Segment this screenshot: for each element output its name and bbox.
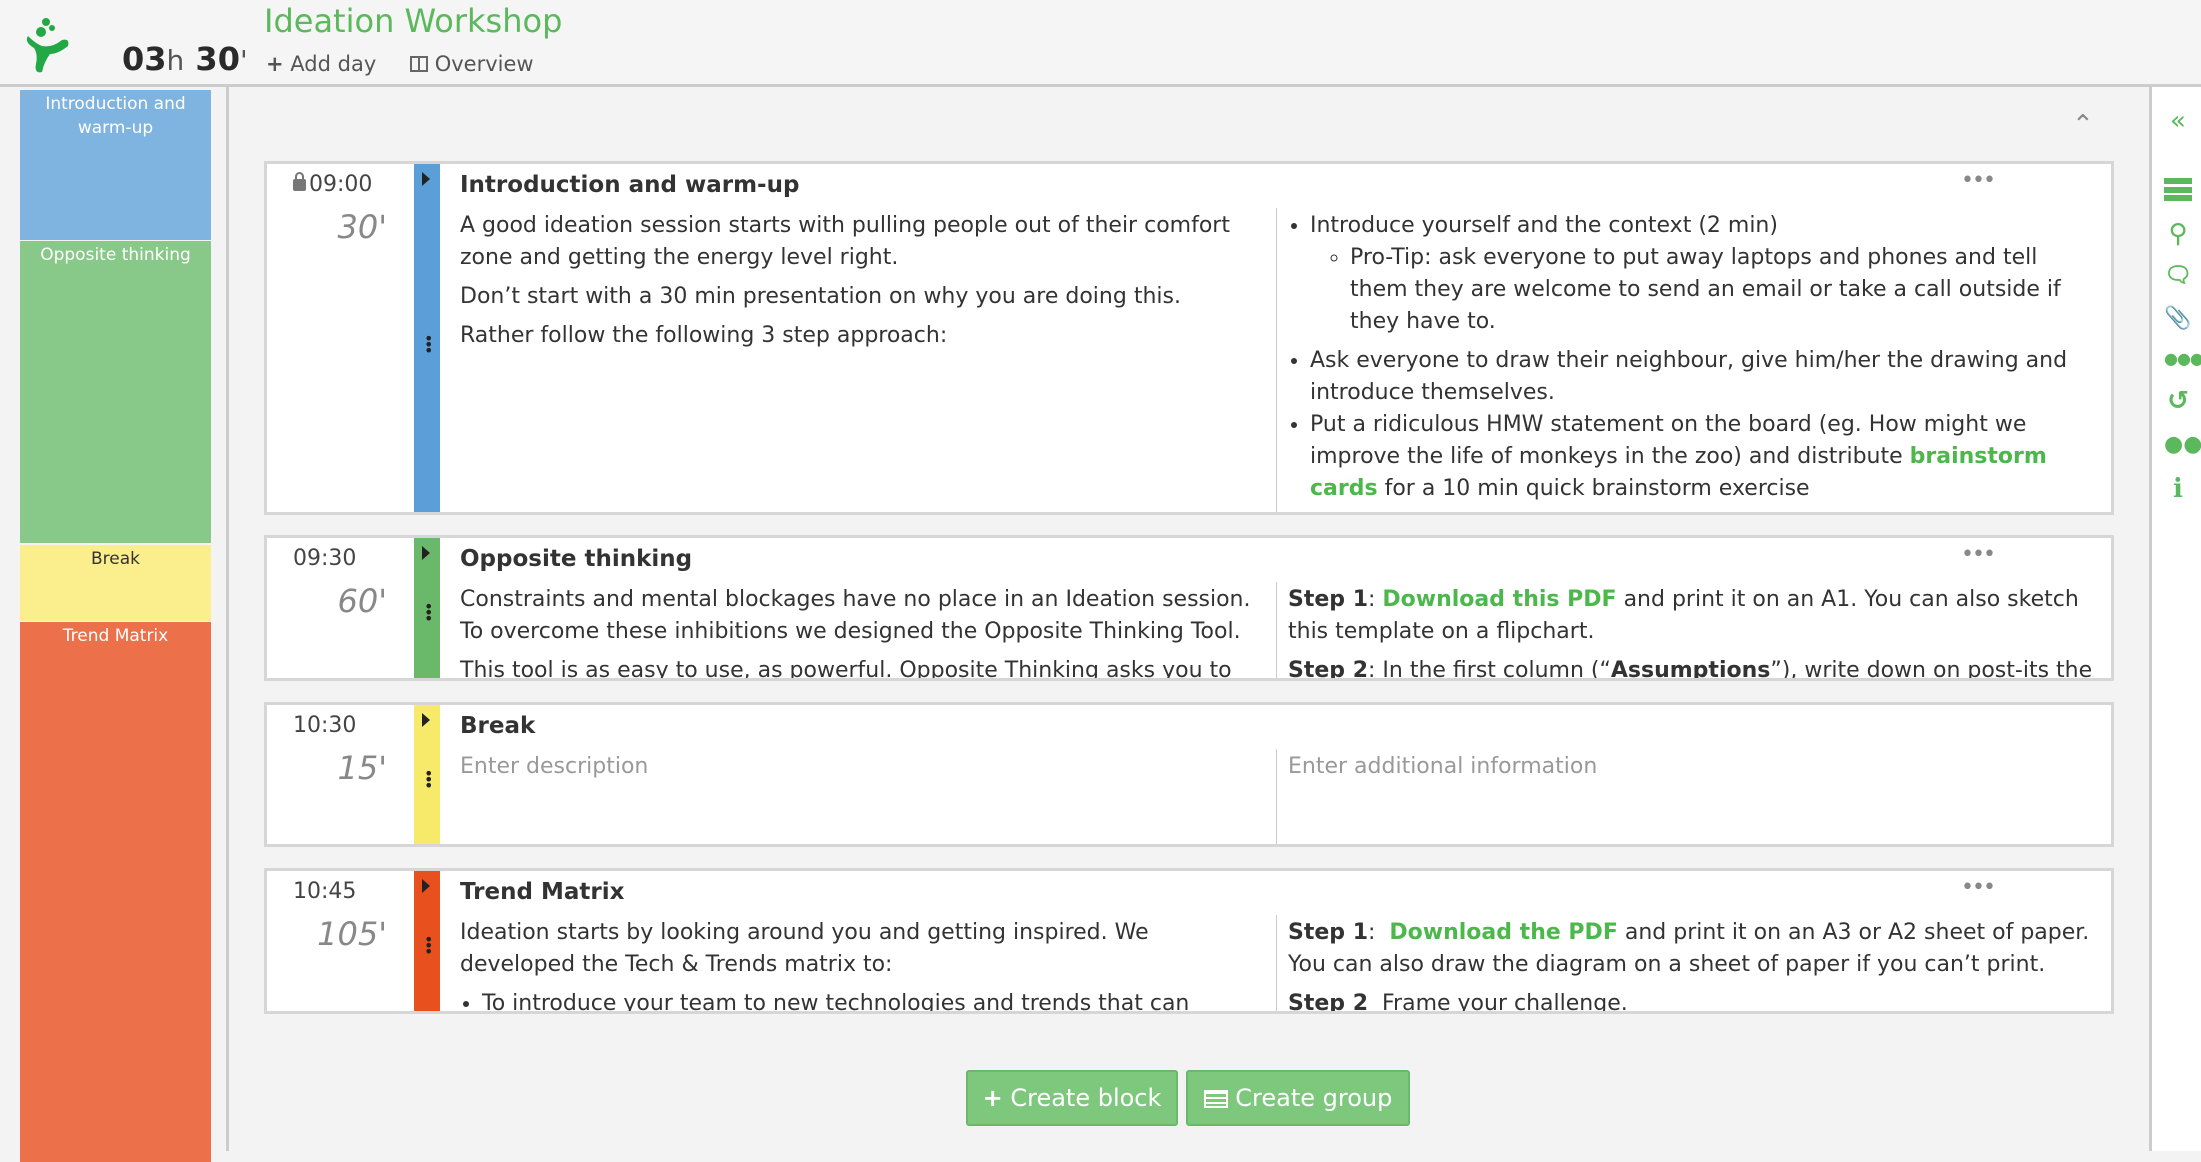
sidebar-item-opposite[interactable]: Opposite thinking <box>20 241 211 543</box>
collapse-up-icon[interactable]: ⌃ <box>2072 110 2094 140</box>
list-item: Put a ridiculous HMW statement on the bo… <box>1310 409 2098 505</box>
block-time[interactable]: 09:30 <box>293 546 356 571</box>
list-item: Introduce yourself and the context (2 mi… <box>1310 210 2098 338</box>
desc-paragraph: This tool is as easy to use, as powerful… <box>460 658 1232 681</box>
drag-handle-icon[interactable]: • • • <box>424 599 433 627</box>
color-bar[interactable]: • • • <box>414 538 440 678</box>
list-item: Ask everyone to draw their neighbour, gi… <box>1310 345 2098 409</box>
block-opposite[interactable]: 09:30 60' • • • Opposite thinking ••• Cons… <box>264 535 2114 681</box>
more-icon[interactable]: ••• <box>1961 168 1996 193</box>
drag-handle-icon[interactable]: • • • <box>424 766 433 794</box>
block-duration[interactable]: 60' <box>287 582 387 620</box>
blocks-icon[interactable] <box>2164 175 2192 203</box>
block-title[interactable]: Introduction and warm-up <box>460 172 799 198</box>
more-icon[interactable]: ●●● <box>2164 345 2201 373</box>
block-break[interactable]: 10:30 15' • • • Break Enter description En… <box>264 702 2114 847</box>
plus-icon: + <box>982 1084 1003 1112</box>
desc-paragraph: Rather follow the following 3 step appro… <box>460 323 948 348</box>
header: 03h 30' Ideation Workshop + Add day Over… <box>0 0 2201 87</box>
block-duration[interactable]: 105' <box>287 915 387 953</box>
more-icon[interactable]: ••• <box>1961 542 1996 567</box>
block-duration[interactable]: 30' <box>287 208 387 246</box>
create-block-button[interactable]: + Create block <box>966 1070 1178 1126</box>
create-group-button[interactable]: Create group <box>1186 1070 1410 1126</box>
drag-handle-icon[interactable]: • • • <box>424 331 433 359</box>
block-description[interactable]: A good ideation session starts with pull… <box>460 210 1260 359</box>
divider <box>226 87 229 1151</box>
collapse-icon[interactable]: « <box>2164 107 2192 135</box>
block-overview-sidebar: Introduction and warm-up Opposite thinki… <box>20 90 211 1162</box>
column-divider <box>1276 582 1277 678</box>
plus-icon: + <box>266 52 284 76</box>
block-title[interactable]: Trend Matrix <box>460 879 624 905</box>
desc-paragraph: Constraints and mental blockages have no… <box>460 587 1251 644</box>
download-pdf-link[interactable]: Download this PDF <box>1382 587 1616 612</box>
more-icon[interactable]: ••• <box>1961 875 1996 900</box>
expand-icon[interactable] <box>422 172 430 186</box>
total-duration: 03h 30' <box>122 40 248 78</box>
info-paragraph: Step 2: In the first column (“Assumption… <box>1288 658 2093 681</box>
desc-paragraph: Ideation starts by looking around you an… <box>460 920 1149 977</box>
right-toolbar: « ⚲ 🗨 📎 ●●● ↺ ●● i <box>2149 87 2201 1151</box>
block-title[interactable]: Break <box>460 713 535 739</box>
columns-icon <box>410 56 428 72</box>
sidebar-item-break[interactable]: Break <box>20 545 211 621</box>
desc-paragraph: A good ideation session starts with pull… <box>460 213 1230 270</box>
color-bar[interactable]: • • • <box>414 871 440 1011</box>
additional-info-input[interactable]: Enter additional information <box>1288 751 2098 783</box>
block-description[interactable]: Constraints and mental blockages have no… <box>460 584 1260 681</box>
block-info[interactable]: Step 1: Download this PDF and print it o… <box>1288 584 2098 681</box>
expand-icon[interactable] <box>422 713 430 727</box>
sidebar-item-trend[interactable]: Trend Matrix <box>20 622 211 1162</box>
column-divider <box>1276 208 1277 512</box>
block-intro[interactable]: 09:00 30' • • • Introduction and warm-up •… <box>264 161 2114 515</box>
block-title[interactable]: Opposite thinking <box>460 546 692 572</box>
expand-icon[interactable] <box>422 546 430 560</box>
description-input[interactable]: Enter description <box>460 751 1260 783</box>
column-divider <box>1276 749 1277 844</box>
block-time[interactable]: 10:30 <box>293 713 356 738</box>
lock-icon <box>293 172 306 191</box>
block-time[interactable]: 09:00 <box>293 172 372 197</box>
attachment-icon[interactable]: 📎 <box>2164 305 2192 333</box>
expand-icon[interactable] <box>422 879 430 893</box>
info-paragraph: Step 1: Download this PDF and print it o… <box>1288 587 2079 644</box>
block-duration[interactable]: 15' <box>287 749 387 787</box>
color-bar[interactable]: • • • <box>414 705 440 844</box>
info-icon[interactable]: i <box>2164 475 2192 503</box>
group-icon <box>1203 1090 1228 1108</box>
block-trend[interactable]: 10:45 105' • • • Trend Matrix ••• Ideation… <box>264 868 2114 1014</box>
page-title[interactable]: Ideation Workshop <box>264 2 562 40</box>
team-icon[interactable]: ●● <box>2164 431 2201 459</box>
logo-icon <box>26 18 69 73</box>
block-info[interactable]: Introduce yourself and the context (2 mi… <box>1288 210 2098 505</box>
search-icon[interactable]: ⚲ <box>2164 220 2192 248</box>
block-info[interactable]: Step 1: Download the PDF and print it on… <box>1288 917 2098 1014</box>
history-icon[interactable]: ↺ <box>2164 387 2192 415</box>
overview-button[interactable]: Overview <box>410 52 534 76</box>
info-paragraph: Step 2 Frame your challenge. <box>1288 991 1628 1014</box>
color-bar[interactable]: • • • <box>414 164 440 512</box>
download-pdf-link[interactable]: Download the PDF <box>1389 920 1617 945</box>
info-paragraph: Step 1: Download the PDF and print it on… <box>1288 920 2090 977</box>
sidebar-item-intro[interactable]: Introduction and warm-up <box>20 90 211 240</box>
comments-icon[interactable]: 🗨 <box>2164 262 2192 290</box>
block-time[interactable]: 10:45 <box>293 879 356 904</box>
column-divider <box>1276 915 1277 1011</box>
desc-paragraph: Don’t start with a 30 min presentation o… <box>460 284 1181 309</box>
list-item: To introduce your team to new technologi… <box>482 988 1260 1011</box>
add-day-button[interactable]: + Add day <box>266 52 376 76</box>
drag-handle-icon[interactable]: • • • <box>424 932 433 960</box>
block-description[interactable]: Ideation starts by looking around you an… <box>460 917 1260 1011</box>
list-item: Pro-Tip: ask everyone to put away laptop… <box>1350 242 2098 338</box>
